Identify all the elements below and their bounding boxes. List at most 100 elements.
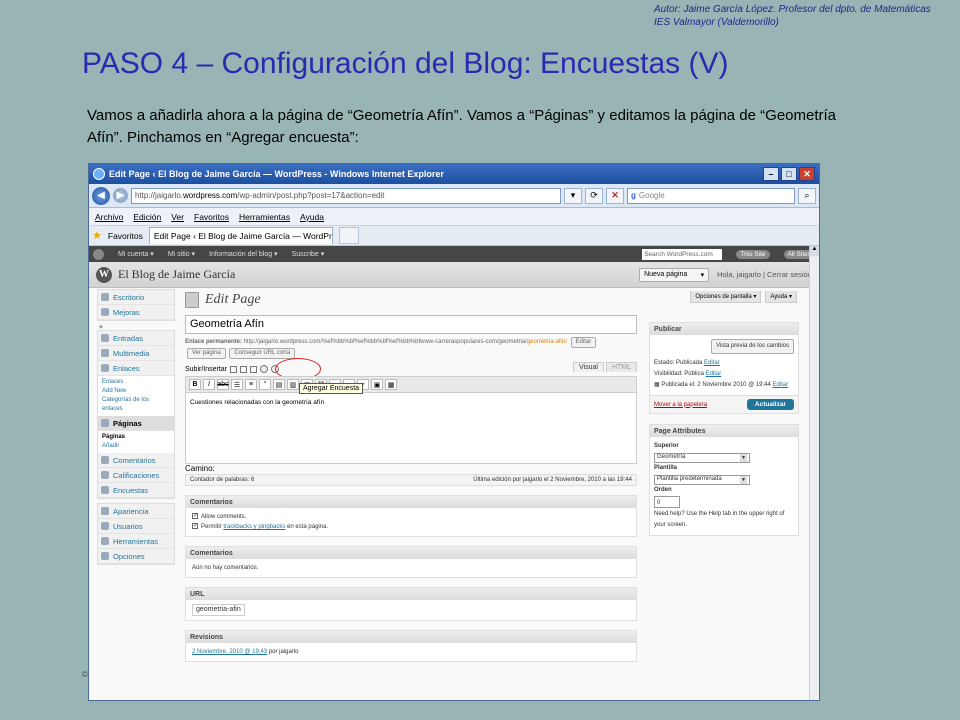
address-bar[interactable]: http://jaigarlo. wordpress.com/wp-admin/p… — [131, 187, 561, 204]
submenu-link-categories[interactable]: Categorías de los enlaces — [102, 396, 170, 414]
sidebar-item-multimedia[interactable]: Multimedia — [98, 346, 174, 361]
forward-button[interactable]: ▶ — [113, 188, 128, 203]
align-left-button[interactable]: ▤ — [273, 379, 285, 390]
short-url-button[interactable]: Conseguir URL corta — [229, 348, 296, 359]
adminbar-blog-info[interactable]: Información del blog ▾ — [209, 250, 278, 258]
sidebar-item-enlaces[interactable]: Enlaces — [98, 361, 174, 376]
add-video-icon[interactable] — [240, 365, 248, 373]
page-scrollbar[interactable]: ▲ — [809, 246, 819, 700]
sidebar-item-comentarios[interactable]: Comentarios — [98, 453, 174, 468]
sidebar-item-encuestas[interactable]: Encuestas — [98, 483, 174, 498]
allow-comments-checkbox[interactable] — [192, 513, 198, 520]
submenu-add-new-link[interactable]: Add New — [102, 387, 170, 396]
page-heading: Edit Page — [185, 289, 637, 311]
kitchen-sink-button[interactable]: ▦ — [385, 379, 397, 390]
stop-button[interactable]: ✕ — [606, 187, 624, 204]
discussion-heading[interactable]: Comentarios — [186, 496, 636, 508]
favorites-button[interactable]: Favoritos — [108, 231, 143, 241]
chevron-down-icon: ▼ — [740, 475, 747, 484]
sidebar-item-apariencia[interactable]: Apariencia — [98, 504, 174, 519]
add-audio-icon[interactable] — [250, 365, 258, 373]
add-image-icon[interactable] — [230, 365, 238, 373]
browser-tab[interactable]: Edit Page ‹ El Blog de Jaime García — Wo… — [148, 227, 333, 244]
parent-select[interactable]: Geometría ▼ — [654, 452, 750, 463]
numbered-list-button[interactable]: ≡ — [245, 379, 257, 390]
adminbar-my-account[interactable]: Mi cuenta ▾ — [118, 250, 154, 258]
close-window-button[interactable]: ✕ — [799, 167, 815, 181]
howdy-logout[interactable]: Hola, jaigarlo | Cerrar sesión — [717, 270, 812, 279]
page-attributes-heading[interactable]: Page Attributes — [650, 425, 798, 437]
sidebar-item-calificaciones[interactable]: Calificaciones — [98, 468, 174, 483]
menu-herramientas[interactable]: Herramientas — [239, 212, 290, 222]
edit-status-link[interactable]: Editar — [704, 360, 720, 366]
tab-html[interactable]: HTML — [605, 362, 637, 372]
menu-ver[interactable]: Ver — [171, 212, 184, 222]
revisions-box: Revisions 2 Noviembre, 2010 @ 19:43 por … — [185, 630, 637, 662]
scroll-up-icon[interactable]: ▲ — [810, 246, 819, 256]
italic-button[interactable]: I — [203, 379, 215, 390]
refresh-button[interactable]: ⟳ — [585, 187, 603, 204]
sidebar-item-herramientas[interactable]: Herramientas — [98, 534, 174, 549]
edit-permalink-button[interactable]: Editar — [570, 337, 597, 348]
update-button[interactable]: Actualizar — [746, 399, 794, 410]
sidebar-item-usuarios[interactable]: Usuarios — [98, 519, 174, 534]
comments-heading[interactable]: Comentarios — [186, 547, 636, 559]
paginas-submenu: Páginas Añadir — [98, 431, 174, 453]
order-input[interactable]: 0 — [654, 496, 680, 508]
template-select[interactable]: Plantilla predeterminada ▼ — [654, 474, 750, 485]
blog-name[interactable]: El Blog de Jaime García — [118, 267, 639, 282]
trackbacks-link[interactable]: trackbacks y pingbacks — [223, 524, 285, 530]
help-button[interactable]: Ayuda ▾ — [765, 291, 797, 303]
revision-link[interactable]: 2 Noviembre, 2010 @ 19:43 — [192, 649, 267, 655]
sidebar-item-escritorio[interactable]: Escritorio — [98, 290, 174, 305]
search-input[interactable]: g Google — [627, 187, 795, 204]
sidebar-item-paginas[interactable]: Páginas — [98, 416, 174, 431]
blockquote-button[interactable]: “ — [259, 379, 271, 390]
menu-edicion[interactable]: Edición — [133, 212, 161, 222]
menu-archivo[interactable]: Archivo — [95, 212, 123, 222]
pages-icon — [101, 419, 109, 427]
add-rating-icon[interactable] — [260, 365, 269, 373]
menu-favoritos[interactable]: Favoritos — [194, 212, 229, 222]
sidebar-item-mejoras[interactable]: Mejoras — [98, 305, 174, 320]
bold-button[interactable]: B — [189, 379, 201, 390]
back-button[interactable]: ◀ — [92, 186, 110, 205]
new-tab-button[interactable] — [338, 227, 359, 244]
align-center-button[interactable]: ▥ — [287, 379, 299, 390]
menu-ayuda[interactable]: Ayuda — [300, 212, 324, 222]
wp-search-input[interactable]: Search WordPress.com — [642, 248, 723, 260]
submenu-enlaces[interactable]: Enlaces — [102, 378, 170, 387]
view-page-button[interactable]: Ver página — [187, 348, 226, 359]
bullet-list-button[interactable]: ☰ — [231, 379, 243, 390]
submenu-paginas[interactable]: Páginas — [102, 433, 170, 442]
post-title-input[interactable]: Geometría Afín — [185, 315, 637, 334]
sidebar-item-entradas[interactable]: Entradas — [98, 331, 174, 346]
minimize-button[interactable]: – — [763, 167, 779, 181]
move-to-trash-link[interactable]: Mover a la papelera — [654, 402, 707, 408]
publish-heading[interactable]: Publicar — [650, 323, 798, 335]
fullscreen-button[interactable]: ▣ — [371, 379, 383, 390]
slug-input[interactable]: geometria-afin — [192, 604, 245, 616]
preview-changes-button[interactable]: Vista previa de los cambios — [711, 339, 794, 354]
chevron-down-icon: ▼ — [740, 453, 747, 462]
content-editor[interactable]: Cuestiones relacionadas con la geometría… — [185, 392, 637, 464]
ie-window: Edit Page ‹ El Blog de Jaime García — Wo… — [88, 163, 820, 701]
adminbar-my-site[interactable]: Mi sitio ▾ — [168, 250, 195, 258]
url-heading[interactable]: URL — [186, 588, 636, 600]
adminbar-subscribe[interactable]: Suscribe ▾ — [292, 250, 325, 258]
new-page-dropdown[interactable]: Nueva página ▾ — [639, 267, 710, 282]
allow-trackbacks-checkbox[interactable] — [192, 523, 198, 530]
this-site-button[interactable]: This Site — [736, 249, 770, 259]
edit-visibility-link[interactable]: Editar — [706, 371, 722, 377]
revisions-heading[interactable]: Revisions — [186, 631, 636, 643]
search-icon[interactable]: ⌕ — [798, 187, 816, 204]
upload-insert-row: Subir/Insertar Visual HTML — [185, 358, 637, 380]
strikethrough-button[interactable]: abc — [217, 379, 229, 390]
edit-date-link[interactable]: Editar — [773, 382, 789, 388]
maximize-button[interactable]: □ — [781, 167, 797, 181]
tab-visual[interactable]: Visual — [572, 362, 604, 372]
screen-options-button[interactable]: Opciones de pantalla ▾ — [690, 291, 762, 303]
sidebar-item-opciones[interactable]: Opciones — [98, 549, 174, 564]
address-dropdown-button[interactable]: ▾ — [564, 187, 582, 204]
submenu-add-page[interactable]: Añadir — [102, 442, 170, 451]
